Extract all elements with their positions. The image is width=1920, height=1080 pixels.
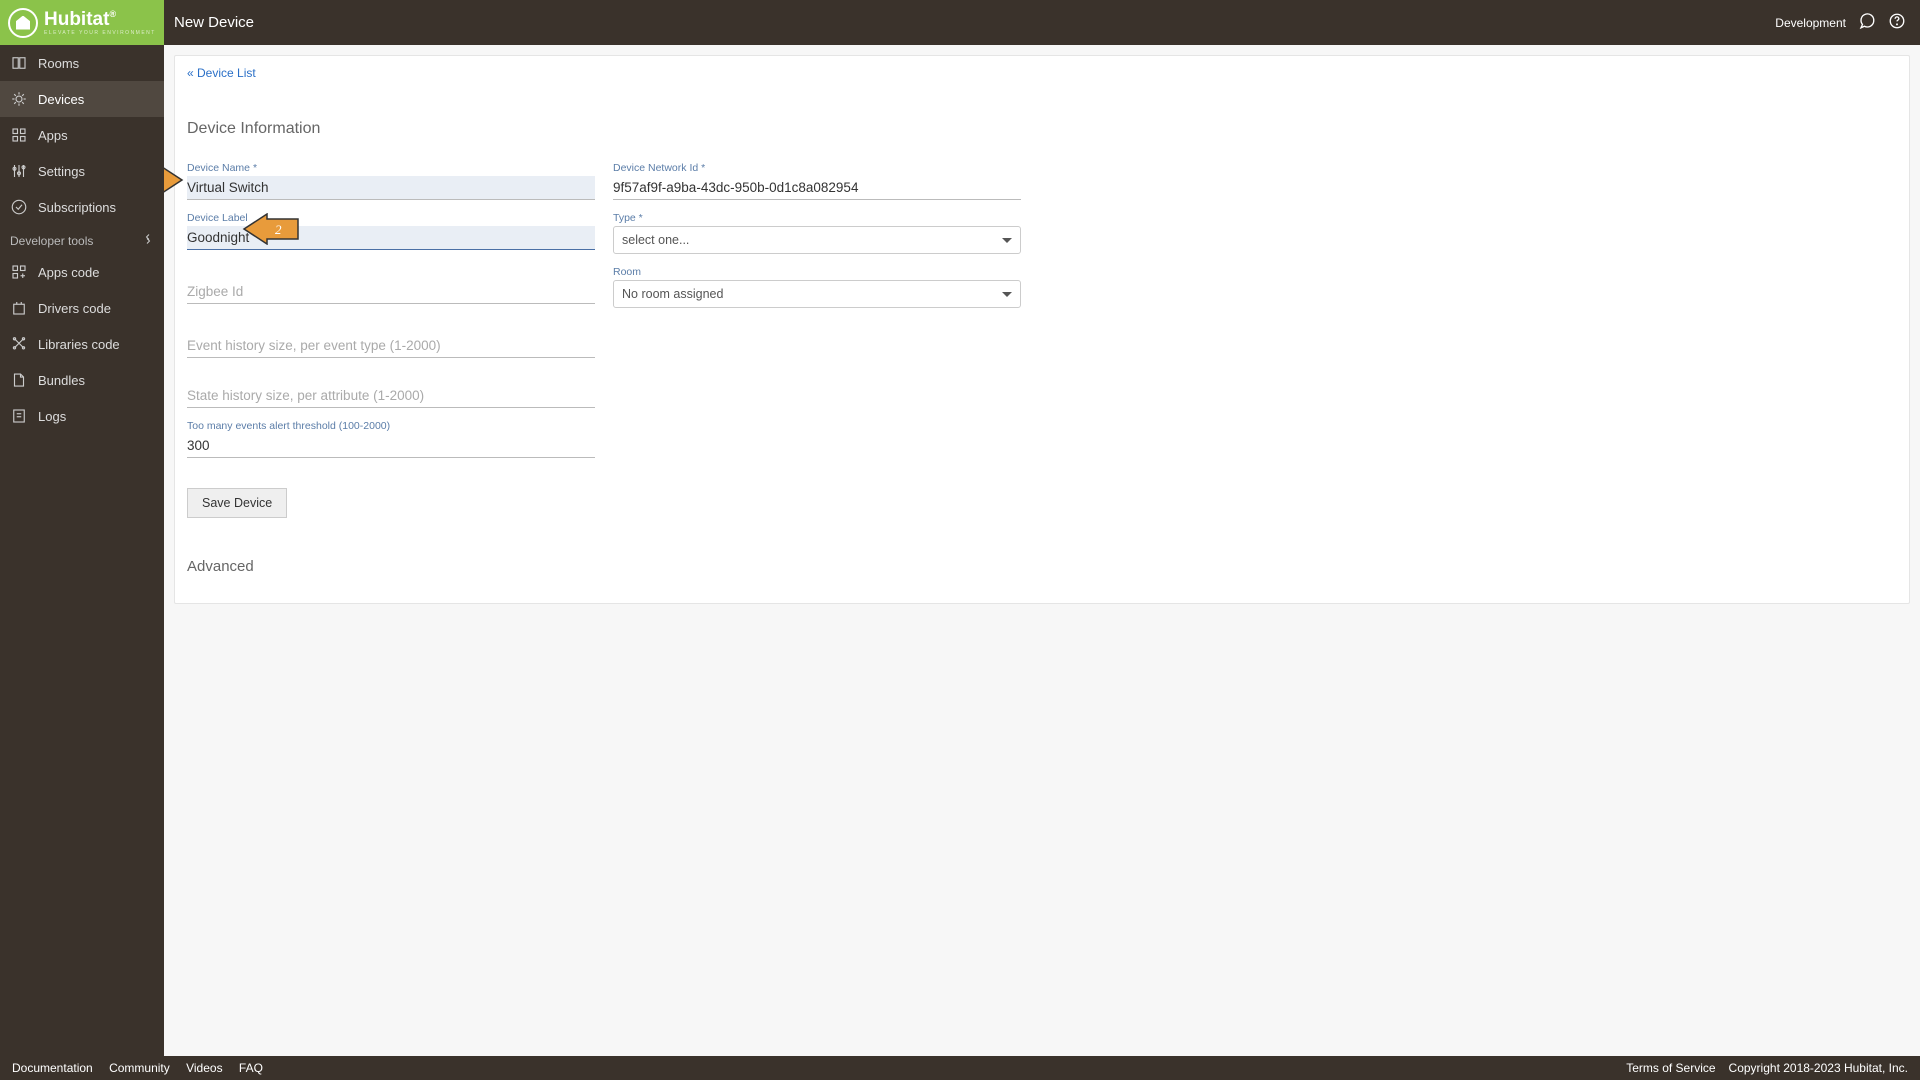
footer-copyright: Copyright 2018-2023 Hubitat, Inc. (1729, 1061, 1908, 1075)
network-id-label: Device Network Id * (613, 162, 1021, 174)
device-name-label: Device Name * (187, 162, 595, 174)
sidebar-section-devtools[interactable]: Developer tools (0, 225, 164, 254)
collapse-icon[interactable] (142, 233, 154, 248)
chat-icon[interactable] (1858, 12, 1876, 33)
state-history-input[interactable] (187, 384, 595, 408)
footer-link-community[interactable]: Community (109, 1061, 170, 1075)
logo-icon (8, 8, 38, 38)
sidebar-item-label: Bundles (38, 373, 85, 388)
driverscode-icon (10, 299, 28, 317)
page-title: New Device (164, 14, 1775, 31)
sidebar-item-rooms[interactable]: Rooms (0, 45, 164, 81)
sidebar-item-label: Apps (38, 128, 68, 143)
save-button[interactable]: Save Device (187, 488, 287, 518)
sidebar-item-label: Logs (38, 409, 66, 424)
sidebar-section-label: Developer tools (10, 234, 93, 248)
subscriptions-icon (10, 198, 28, 216)
threshold-input[interactable] (187, 434, 595, 458)
threshold-label: Too many events alert threshold (100-200… (187, 420, 595, 432)
topbar: Hubitat® ELEVATE YOUR ENVIRONMENT New De… (0, 0, 1920, 45)
sidebar-item-label: Settings (38, 164, 85, 179)
libcode-icon (10, 335, 28, 353)
section-title: Device Information (187, 120, 1897, 138)
footer-tos[interactable]: Terms of Service (1626, 1061, 1715, 1075)
sidebar-item-label: Subscriptions (38, 200, 116, 215)
room-select-value: No room assigned (622, 287, 723, 301)
bundles-icon (10, 371, 28, 389)
zigbee-id-input[interactable] (187, 280, 595, 304)
back-link[interactable]: « Device List (187, 66, 256, 80)
logo-tagline: ELEVATE YOUR ENVIRONMENT (44, 30, 156, 36)
footer-link-documentation[interactable]: Documentation (12, 1061, 93, 1075)
env-label: Development (1775, 16, 1846, 30)
sidebar-item-driverscode[interactable]: Drivers code (0, 290, 164, 326)
logs-icon (10, 407, 28, 425)
sidebar-item-label: Devices (38, 92, 84, 107)
content-area: « Device List Device Information 1 Devic… (164, 45, 1920, 1056)
appscode-icon (10, 263, 28, 281)
logo-name: Hubitat (44, 9, 109, 30)
settings-icon (10, 162, 28, 180)
network-id-input[interactable] (613, 176, 1021, 200)
sidebar-item-label: Apps code (38, 265, 99, 280)
sidebar-item-libcode[interactable]: Libraries code (0, 326, 164, 362)
sidebar-item-subscriptions[interactable]: Subscriptions (0, 189, 164, 225)
logo[interactable]: Hubitat® ELEVATE YOUR ENVIRONMENT (0, 0, 164, 45)
sidebar: Rooms Devices Apps Settings Subscription… (0, 45, 164, 1056)
type-select-value: select one... (622, 233, 689, 247)
sidebar-item-apps[interactable]: Apps (0, 117, 164, 153)
svg-text:2: 2 (275, 222, 282, 237)
devices-icon (10, 90, 28, 108)
annotation-arrow-2: 2 (241, 213, 301, 245)
rooms-icon (10, 54, 28, 72)
type-select[interactable]: select one... (613, 226, 1021, 254)
apps-icon (10, 126, 28, 144)
sidebar-item-logs[interactable]: Logs (0, 398, 164, 434)
room-select[interactable]: No room assigned (613, 280, 1021, 308)
help-icon[interactable] (1888, 12, 1906, 33)
footer-link-videos[interactable]: Videos (186, 1061, 222, 1075)
caret-down-icon (1002, 292, 1012, 297)
caret-down-icon (1002, 238, 1012, 243)
sidebar-item-appscode[interactable]: Apps code (0, 254, 164, 290)
sidebar-item-label: Rooms (38, 56, 79, 71)
sidebar-item-bundles[interactable]: Bundles (0, 362, 164, 398)
annotation-arrow-1: 1 (164, 164, 185, 196)
room-label: Room (613, 266, 1021, 278)
device-name-input[interactable] (187, 176, 595, 200)
footer-link-faq[interactable]: FAQ (239, 1061, 263, 1075)
sidebar-item-settings[interactable]: Settings (0, 153, 164, 189)
sidebar-item-label: Libraries code (38, 337, 120, 352)
sidebar-item-label: Drivers code (38, 301, 111, 316)
footer: Documentation Community Videos FAQ Terms… (0, 1056, 1920, 1080)
type-label: Type * (613, 212, 1021, 224)
advanced-section[interactable]: Advanced (187, 558, 1897, 575)
sidebar-item-devices[interactable]: Devices (0, 81, 164, 117)
event-history-input[interactable] (187, 334, 595, 358)
